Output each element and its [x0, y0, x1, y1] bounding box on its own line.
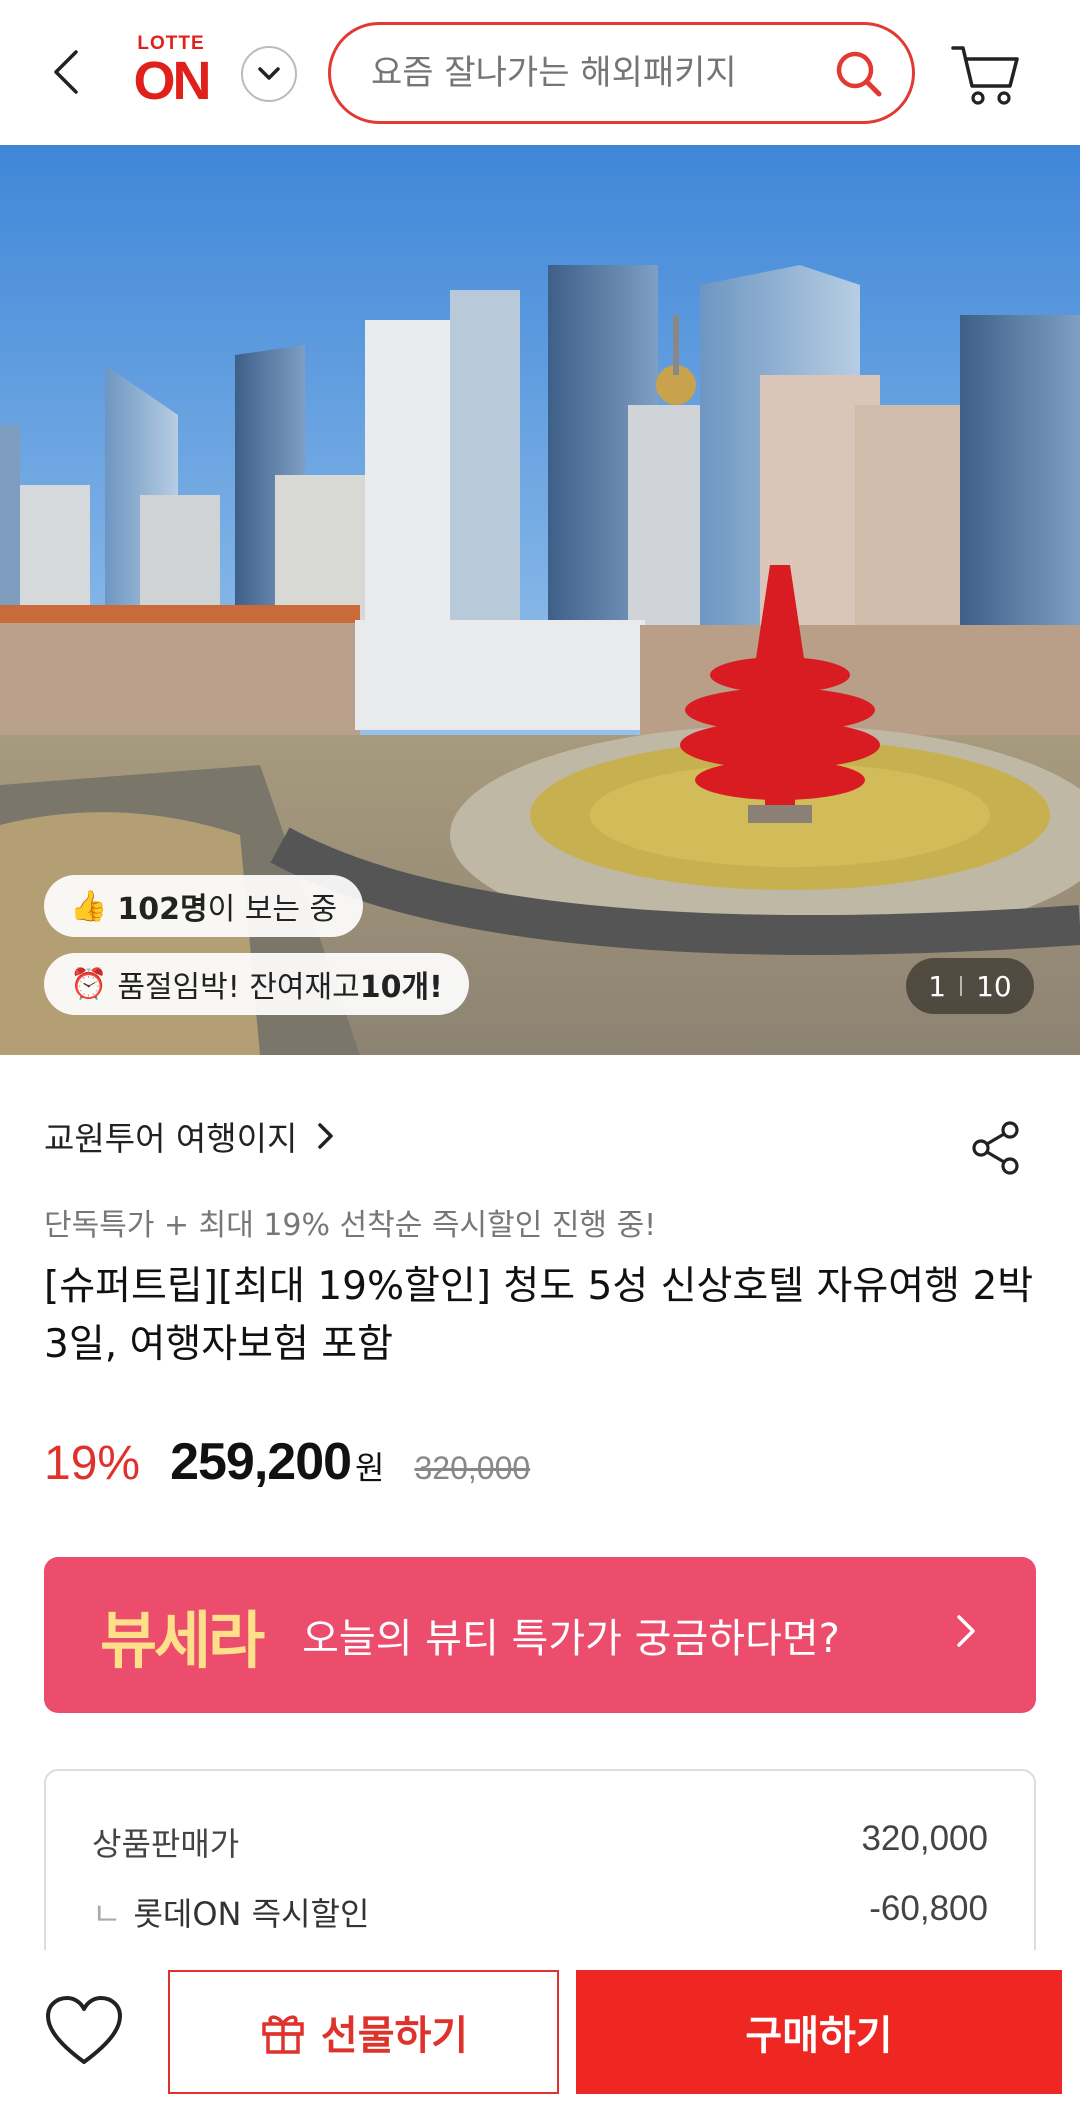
image-index: 1: [928, 969, 947, 1003]
breakdown-label: 상품판매가: [92, 1825, 240, 1863]
viewers-badge: 👍 102명 이 보는 중: [44, 875, 364, 937]
banner-text: 오늘의 뷰티 특가가 궁금하다면?: [302, 1616, 840, 1662]
search-icon[interactable]: [832, 47, 886, 101]
breakdown-label: 롯데ON 즉시할인: [133, 1895, 370, 1933]
search-box[interactable]: [328, 22, 915, 124]
gift-button[interactable]: 선물하기: [168, 1970, 559, 2094]
stock-count: 10개!: [359, 970, 443, 1005]
search-input[interactable]: [371, 53, 811, 93]
gift-icon: [262, 2015, 304, 2054]
breakdown-row: ㄴ 롯데ON 즉시할인 -60,800: [92, 1889, 988, 1935]
discount-rate: 19%: [44, 1437, 141, 1490]
logo-main-text: ON: [133, 51, 212, 111]
breakdown-label-wrap: ㄴ 롯데ON 즉시할인: [92, 1889, 369, 1935]
breakdown-row: 상품판매가 320,000: [92, 1819, 988, 1865]
image-total: 10: [976, 969, 1012, 1003]
sub-item-marker: ㄴ: [92, 1895, 122, 1933]
cart-icon[interactable]: [950, 42, 1022, 108]
alarm-clock-icon: ⏰: [70, 966, 108, 1002]
beauty-promo-banner[interactable]: 뷰세라 오늘의 뷰티 특가가 궁금하다면?: [44, 1557, 1036, 1713]
price-row: 19% 259,200 원 320,000: [44, 1432, 530, 1492]
chevron-down-icon: [258, 67, 280, 80]
breakdown-value: -60,800: [869, 1889, 988, 1928]
sale-price: 259,200: [170, 1433, 352, 1491]
bottom-action-bar: 선물하기 구매하기: [0, 1950, 1080, 2121]
product-title: [슈퍼트립][최대 19%할인] 청도 5성 신상호텔 자유여행 2박 3일, …: [44, 1264, 1034, 1367]
currency-unit: 원: [355, 1449, 385, 1487]
back-button[interactable]: [40, 40, 90, 104]
original-price: 320,000: [414, 1450, 531, 1486]
heart-icon[interactable]: [44, 1994, 124, 2070]
seller-link[interactable]: 교원투어 여행이지: [44, 1112, 337, 1160]
breakdown-value: 320,000: [861, 1819, 988, 1858]
stock-badge: ⏰ 품절임박! 잔여재고 10개!: [44, 953, 469, 1015]
chevron-left-icon: [54, 50, 78, 94]
chevron-right-icon: [318, 1123, 334, 1149]
image-counter: 1 10: [906, 958, 1034, 1014]
chevron-right-icon: [957, 1615, 975, 1647]
buy-label: 구매하기: [745, 2013, 893, 2059]
gift-label: 선물하기: [320, 2013, 469, 2059]
viewers-count: 102명: [117, 892, 208, 927]
buy-button[interactable]: 구매하기: [576, 1970, 1062, 2094]
banner-brand: 뷰세라: [100, 1604, 265, 1677]
stock-prefix: 품절임박! 잔여재고: [117, 970, 360, 1005]
product-image-carousel[interactable]: 👍 102명 이 보는 중 ⏰ 품절임박! 잔여재고 10개! 1 10: [0, 145, 1080, 1055]
lotte-on-logo[interactable]: LOTTE ON: [128, 34, 214, 110]
counter-divider: [960, 976, 963, 996]
thumbs-up-icon: 👍: [70, 888, 108, 924]
share-icon[interactable]: [970, 1120, 1022, 1176]
viewers-suffix: 이 보는 중: [207, 892, 338, 927]
promo-text: 단독특가 + 최대 19% 선착순 즉시할인 진행 중!: [44, 1208, 657, 1243]
top-header: LOTTE ON: [0, 0, 1080, 145]
seller-name: 교원투어 여행이지: [44, 1119, 298, 1158]
service-menu-button[interactable]: [241, 46, 297, 102]
